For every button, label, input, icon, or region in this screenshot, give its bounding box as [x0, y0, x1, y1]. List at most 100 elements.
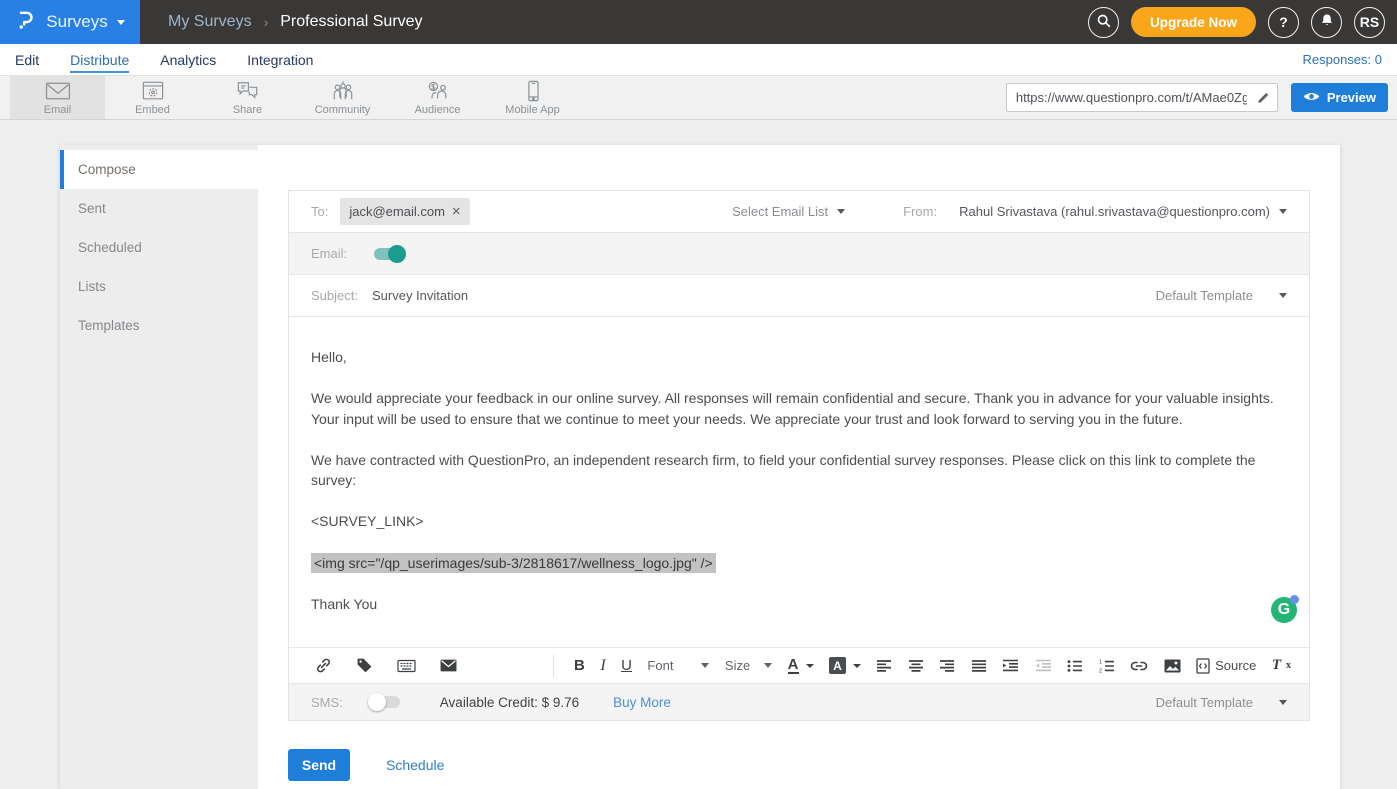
chevron-down-icon: [764, 663, 772, 668]
email-body-editor[interactable]: Hello, We would appreciate your feedback…: [289, 317, 1309, 647]
to-row: To: jack@email.com × Select Email List F…: [289, 191, 1309, 233]
channel-label: Email: [44, 104, 72, 116]
grammarly-icon[interactable]: G: [1271, 597, 1297, 623]
sidebar-item-templates[interactable]: Templates: [60, 306, 258, 345]
tab-integration[interactable]: Integration: [247, 47, 313, 73]
share-chat-icon: [235, 80, 260, 102]
survey-url-input[interactable]: [1006, 83, 1278, 112]
indent-increase-icon[interactable]: [1002, 659, 1019, 673]
sms-template-dropdown[interactable]: Default Template: [1156, 695, 1287, 710]
channel-embed[interactable]: Embed: [105, 76, 200, 119]
audience-dollar-icon: [425, 80, 451, 102]
sms-row: SMS: Available Credit: $ 9.76 Buy More D…: [289, 683, 1309, 720]
channel-community[interactable]: Community: [295, 76, 390, 119]
channel-share[interactable]: Share: [200, 76, 295, 119]
email-test-icon[interactable]: [440, 659, 457, 672]
recipient-chip: jack@email.com ×: [340, 198, 469, 225]
buy-more-link[interactable]: Buy More: [613, 695, 671, 710]
email-distribute-card: Compose Sent Scheduled Lists Templates T…: [60, 145, 1340, 789]
sidebar-item-compose[interactable]: Compose: [60, 150, 258, 189]
italic-button[interactable]: I: [600, 657, 605, 675]
font-size-dropdown[interactable]: Size: [725, 658, 772, 673]
notifications-button[interactable]: [1311, 7, 1342, 38]
sidebar-item-lists[interactable]: Lists: [60, 267, 258, 306]
remove-recipient-icon[interactable]: ×: [452, 204, 461, 219]
channel-label: Community: [315, 104, 371, 116]
breadcrumb-my-surveys[interactable]: My Surveys: [168, 13, 252, 31]
merge-tag-icon[interactable]: [356, 657, 373, 674]
help-button[interactable]: ?: [1268, 7, 1299, 38]
channel-email[interactable]: Email: [10, 76, 105, 119]
tab-distribute[interactable]: Distribute: [70, 47, 129, 73]
body-paragraph: <SURVEY_LINK>: [311, 511, 1287, 531]
sms-template-value: Default Template: [1156, 695, 1253, 710]
to-label: To:: [311, 204, 328, 219]
editor-format-group: B I U Font Size A: [574, 657, 1291, 675]
underline-button[interactable]: U: [621, 657, 632, 674]
form-actions: Send Schedule: [288, 749, 1310, 781]
responses-count-link[interactable]: Responses: 0: [1303, 52, 1383, 67]
chevron-down-icon: [806, 664, 814, 668]
chevron-down-icon: [701, 663, 709, 668]
embed-code-icon: [141, 80, 165, 102]
svg-text:1: 1: [1099, 659, 1102, 665]
topbar-actions: Upgrade Now ? RS: [1088, 7, 1397, 38]
align-center-icon[interactable]: [908, 659, 924, 673]
tab-edit[interactable]: Edit: [15, 47, 39, 73]
preview-button[interactable]: Preview: [1291, 83, 1388, 112]
toggle-knob: [388, 245, 406, 263]
highlighted-img-tag: <img src="/qp_userimages/sub-3/2818617/w…: [311, 553, 716, 573]
size-label: Size: [725, 658, 750, 673]
chevron-down-icon: [1279, 209, 1287, 214]
body-paragraph: Hello,: [311, 347, 1287, 367]
select-email-list-dropdown[interactable]: Select Email List: [732, 204, 845, 219]
avatar-initials: RS: [1360, 14, 1379, 30]
indent-decrease-icon[interactable]: [1035, 659, 1052, 673]
chevron-down-icon: [1279, 293, 1287, 298]
sms-toggle[interactable]: [370, 696, 400, 708]
background-color-button[interactable]: A: [829, 657, 861, 674]
edit-url-pencil-icon[interactable]: [1256, 89, 1272, 110]
justify-icon[interactable]: [971, 659, 987, 673]
bold-button[interactable]: B: [574, 657, 585, 674]
survey-url-wrap: [1006, 83, 1278, 112]
avatar[interactable]: RS: [1354, 7, 1385, 38]
numbered-list-icon[interactable]: 1 2: [1099, 659, 1115, 673]
align-left-icon[interactable]: [876, 659, 892, 673]
source-button[interactable]: Source: [1196, 658, 1256, 674]
sidebar-item-sent[interactable]: Sent: [60, 189, 258, 228]
envelope-icon: [44, 80, 72, 102]
email-label: Email:: [311, 246, 347, 261]
nav-tabs: Edit Distribute Analytics Integration: [15, 47, 313, 73]
insert-link-icon[interactable]: [315, 657, 332, 674]
send-button[interactable]: Send: [288, 749, 350, 781]
bullet-list-icon[interactable]: [1067, 659, 1083, 673]
email-template-dropdown[interactable]: Default Template: [1156, 288, 1287, 303]
hyperlink-icon[interactable]: [1130, 660, 1148, 672]
channel-mobile-app[interactable]: Mobile App: [485, 76, 580, 119]
search-button[interactable]: [1088, 7, 1119, 38]
channel-audience[interactable]: Audience: [390, 76, 485, 119]
subject-input[interactable]: Survey Invitation: [372, 288, 468, 303]
channel-label: Share: [233, 104, 262, 116]
text-color-button[interactable]: A: [788, 657, 814, 675]
toggle-knob: [368, 693, 386, 711]
chevron-down-icon: [837, 209, 845, 214]
email-toggle[interactable]: [374, 248, 404, 260]
font-family-dropdown[interactable]: Font: [647, 658, 709, 673]
keyboard-icon[interactable]: [397, 659, 416, 673]
sidebar-item-scheduled[interactable]: Scheduled: [60, 228, 258, 267]
editor-toolbar: B I U Font Size A: [289, 647, 1309, 683]
question-mark-icon: ?: [1279, 14, 1288, 30]
from-dropdown[interactable]: Rahul Srivastava (rahul.srivastava@quest…: [959, 204, 1287, 219]
align-right-icon[interactable]: [939, 659, 955, 673]
insert-image-icon[interactable]: [1164, 659, 1181, 673]
tab-analytics[interactable]: Analytics: [160, 47, 216, 73]
compose-sidebar: Compose Sent Scheduled Lists Templates: [60, 145, 258, 789]
remove-format-button[interactable]: Tx: [1272, 657, 1291, 674]
bell-icon: [1320, 13, 1334, 31]
upgrade-now-button[interactable]: Upgrade Now: [1131, 7, 1256, 37]
schedule-link[interactable]: Schedule: [386, 757, 444, 773]
product-switcher[interactable]: Surveys: [0, 0, 140, 44]
page-content: Compose Sent Scheduled Lists Templates T…: [0, 120, 1397, 789]
